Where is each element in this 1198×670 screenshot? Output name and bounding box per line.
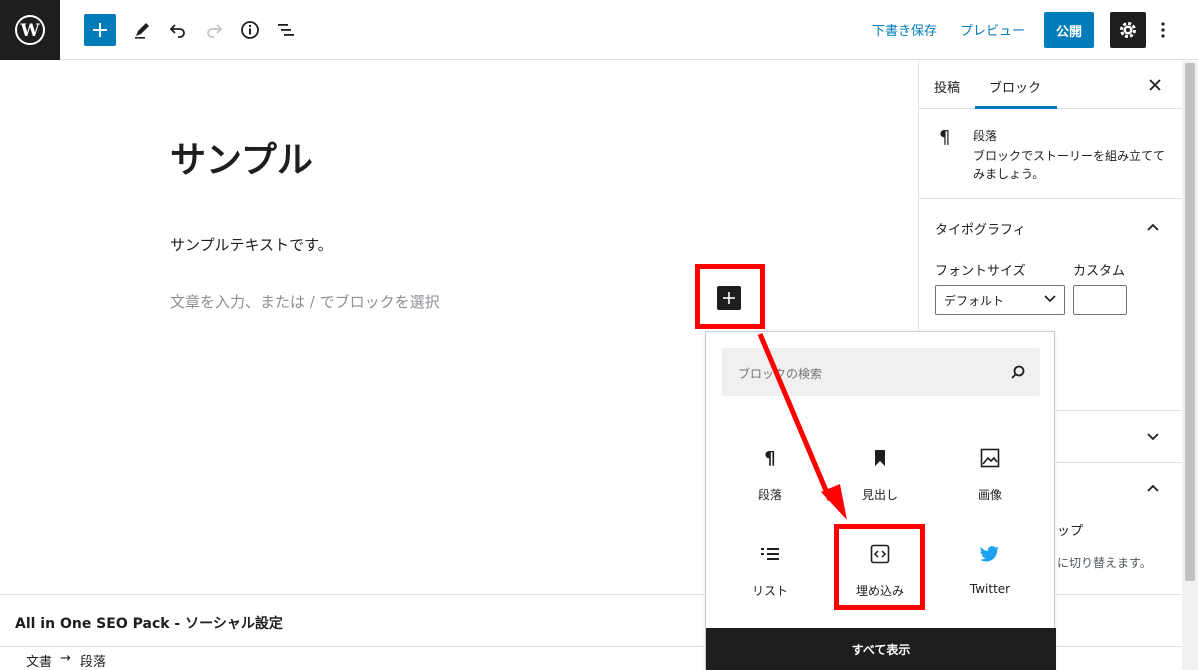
list-view-button[interactable] (270, 14, 302, 46)
wordpress-logo-button[interactable]: W (0, 0, 60, 60)
save-draft-button[interactable]: 下書き保存 (872, 20, 937, 39)
block-search-input[interactable]: ブロックの検索 (722, 348, 1040, 396)
breadcrumb-separator: → (60, 651, 71, 666)
typography-panel-title[interactable]: タイポグラフィ (935, 219, 1026, 238)
block-inserter-popover: ブロックの検索 ¶ 段落 見出し 画像 リスト 埋め込み Twitter すべて… (705, 331, 1056, 670)
highlight-box-add-button (695, 264, 765, 329)
svg-text:W: W (19, 21, 40, 41)
block-description: ブロックでストーリーを組み立ててみましょう。 (973, 149, 1166, 181)
sidebar-tabs: 投稿 ブロック (919, 61, 1182, 109)
list-view-icon (278, 24, 294, 36)
close-icon (1149, 79, 1161, 91)
breadcrumb-document[interactable]: 文書 (26, 651, 52, 670)
collapsed-panel-toggle[interactable] (1145, 429, 1161, 445)
redo-icon (207, 24, 223, 38)
expanded-panel-toggle[interactable] (1145, 480, 1161, 496)
editor-window: W 下書き保存 プレビュー 公開 サンプル サンプルテキストです。 文章を入力、… (0, 0, 1198, 670)
scrollbar-thumb[interactable] (1185, 63, 1195, 581)
inserter-item-list[interactable]: リスト (716, 544, 824, 624)
bookmark-icon (870, 448, 890, 468)
top-toolbar: W 下書き保存 プレビュー 公開 (0, 0, 1198, 60)
paragraph-block[interactable]: サンプルテキストです。 (170, 234, 333, 255)
typography-toggle[interactable] (1145, 219, 1161, 235)
settings-button[interactable] (1110, 12, 1146, 48)
undo-icon (169, 24, 185, 38)
more-options-button[interactable] (1154, 18, 1172, 42)
preview-button[interactable]: プレビュー (960, 20, 1025, 39)
highlight-box-embed (834, 524, 925, 610)
inserter-item-paragraph[interactable]: ¶ 段落 (716, 448, 824, 528)
pencil-icon (135, 23, 149, 39)
post-title[interactable]: サンプル (170, 131, 313, 183)
inserter-item-label: 段落 (757, 488, 782, 502)
paragraph-icon: ¶ (939, 127, 951, 148)
inserter-item-twitter[interactable]: Twitter (936, 544, 1044, 624)
search-icon (1011, 365, 1025, 379)
gear-icon (1120, 22, 1136, 38)
seo-meta-box-title[interactable]: All in One SEO Pack - ソーシャル設定 (15, 613, 283, 633)
tab-block[interactable]: ブロック (989, 77, 1041, 96)
more-vertical-icon (1161, 22, 1165, 38)
panel-text-partial: ップ (1057, 524, 1084, 539)
details-button[interactable] (234, 14, 266, 46)
info-icon (241, 21, 259, 39)
show-all-blocks-button[interactable]: すべて表示 (706, 628, 1056, 670)
image-icon (980, 448, 1000, 468)
empty-block-placeholder[interactable]: 文章を入力、または / でブロックを選択 (170, 291, 440, 312)
plus-icon (93, 23, 107, 37)
inserter-item-label: Twitter (969, 582, 1011, 596)
inserter-item-label: リスト (751, 584, 788, 598)
inserter-item-heading[interactable]: 見出し (826, 448, 934, 528)
inserter-item-label: 画像 (977, 488, 1002, 502)
twitter-icon (980, 544, 1000, 564)
tab-post[interactable]: 投稿 (934, 77, 960, 96)
chevron-down-icon (1044, 295, 1056, 303)
sidebar-scrollbar[interactable] (1182, 61, 1198, 670)
close-sidebar-button[interactable] (1145, 75, 1165, 95)
block-name: 段落 (973, 129, 998, 143)
publish-button[interactable]: 公開 (1044, 12, 1094, 48)
font-size-label: フォントサイズ (935, 264, 1026, 279)
chevron-down-icon (1147, 433, 1159, 441)
block-card: ¶ 段落 ブロックでストーリーを組み立ててみましょう。 (919, 109, 1183, 199)
font-size-select[interactable]: デフォルト (935, 285, 1065, 315)
wordpress-logo-icon: W (15, 15, 45, 45)
undo-button[interactable] (162, 14, 194, 46)
breadcrumb-paragraph[interactable]: 段落 (80, 651, 106, 670)
inserter-item-image[interactable]: 画像 (936, 448, 1044, 528)
add-block-button[interactable] (84, 14, 116, 46)
tools-button[interactable] (126, 14, 158, 46)
panel-help-partial: に切り替えます。 (1057, 556, 1152, 570)
custom-size-label: カスタム (1073, 264, 1126, 279)
inserter-item-label: 見出し (861, 488, 898, 502)
redo-button[interactable] (198, 14, 230, 46)
custom-size-input[interactable] (1073, 285, 1127, 315)
chevron-up-icon (1147, 223, 1159, 231)
block-search-placeholder: ブロックの検索 (738, 367, 823, 381)
font-size-value: デフォルト (944, 293, 1005, 308)
list-icon (760, 544, 780, 564)
chevron-up-icon (1147, 484, 1159, 492)
paragraph-icon: ¶ (764, 447, 776, 469)
